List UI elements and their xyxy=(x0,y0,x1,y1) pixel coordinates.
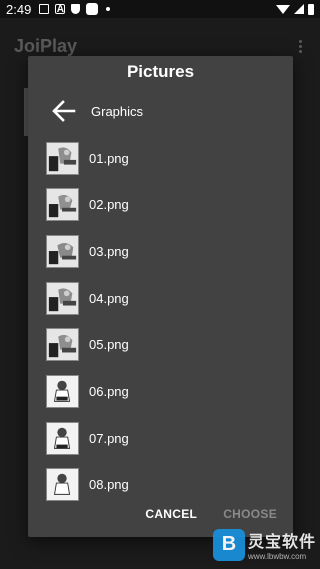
file-row[interactable]: 07.png xyxy=(28,415,293,462)
file-row[interactable]: 06.png xyxy=(28,368,293,415)
app-title: JoiPlay xyxy=(14,35,78,56)
choose-button[interactable]: CHOOSE xyxy=(219,501,281,527)
file-row[interactable]: 04.png xyxy=(28,275,293,322)
watermark-name: 灵宝软件 xyxy=(247,534,316,551)
image-notification-icon xyxy=(39,4,50,14)
file-list[interactable]: Graphics 01.png 02.png 03.png 04.png 05.… xyxy=(28,88,293,521)
signal-icon xyxy=(294,4,304,14)
folder-name: Graphics xyxy=(91,103,144,119)
file-row[interactable]: 01.png xyxy=(28,135,293,182)
shield-notification-icon xyxy=(71,4,81,14)
wifi-icon xyxy=(276,4,290,14)
battery-icon xyxy=(308,3,314,15)
image-thumbnail-icon xyxy=(46,421,79,455)
more-notifications-dot-icon xyxy=(106,7,111,11)
image-thumbnail-icon xyxy=(46,374,79,408)
image-thumbnail-icon xyxy=(46,188,79,222)
file-picker-dialog: Pictures Graphics 01.png 02.png 03.png 0… xyxy=(28,56,293,537)
a-notification-icon: A xyxy=(55,4,66,15)
dialog-title: Pictures xyxy=(126,62,195,81)
file-name: 05.png xyxy=(89,337,129,353)
overflow-menu-icon[interactable] xyxy=(295,36,306,57)
app-notification-icon xyxy=(86,3,99,15)
image-thumbnail-icon xyxy=(46,141,79,175)
file-name: 02.png xyxy=(89,197,129,213)
file-name: 04.png xyxy=(89,290,129,306)
file-row[interactable]: 02.png xyxy=(28,181,293,228)
status-bar: 2:49 A xyxy=(0,0,320,18)
watermark-logo-icon: B xyxy=(212,528,245,561)
file-name: 01.png xyxy=(89,150,129,166)
file-name: 06.png xyxy=(89,383,129,399)
watermark-url: www.lbwbw.com xyxy=(247,552,307,561)
file-row[interactable]: 03.png xyxy=(28,228,293,275)
image-thumbnail-icon xyxy=(46,281,79,315)
cancel-button[interactable]: CANCEL xyxy=(141,501,201,527)
image-thumbnail-icon xyxy=(46,328,79,362)
file-name: 03.png xyxy=(89,243,129,259)
parent-folder-row[interactable]: Graphics xyxy=(28,88,293,135)
watermark: B 灵宝软件 www.lbwbw.com xyxy=(212,528,316,561)
back-arrow-icon[interactable] xyxy=(46,93,82,129)
file-row[interactable]: 05.png xyxy=(28,321,293,368)
file-name: 07.png xyxy=(89,430,129,446)
image-thumbnail-icon xyxy=(46,234,79,268)
status-time: 2:49 xyxy=(6,1,32,17)
